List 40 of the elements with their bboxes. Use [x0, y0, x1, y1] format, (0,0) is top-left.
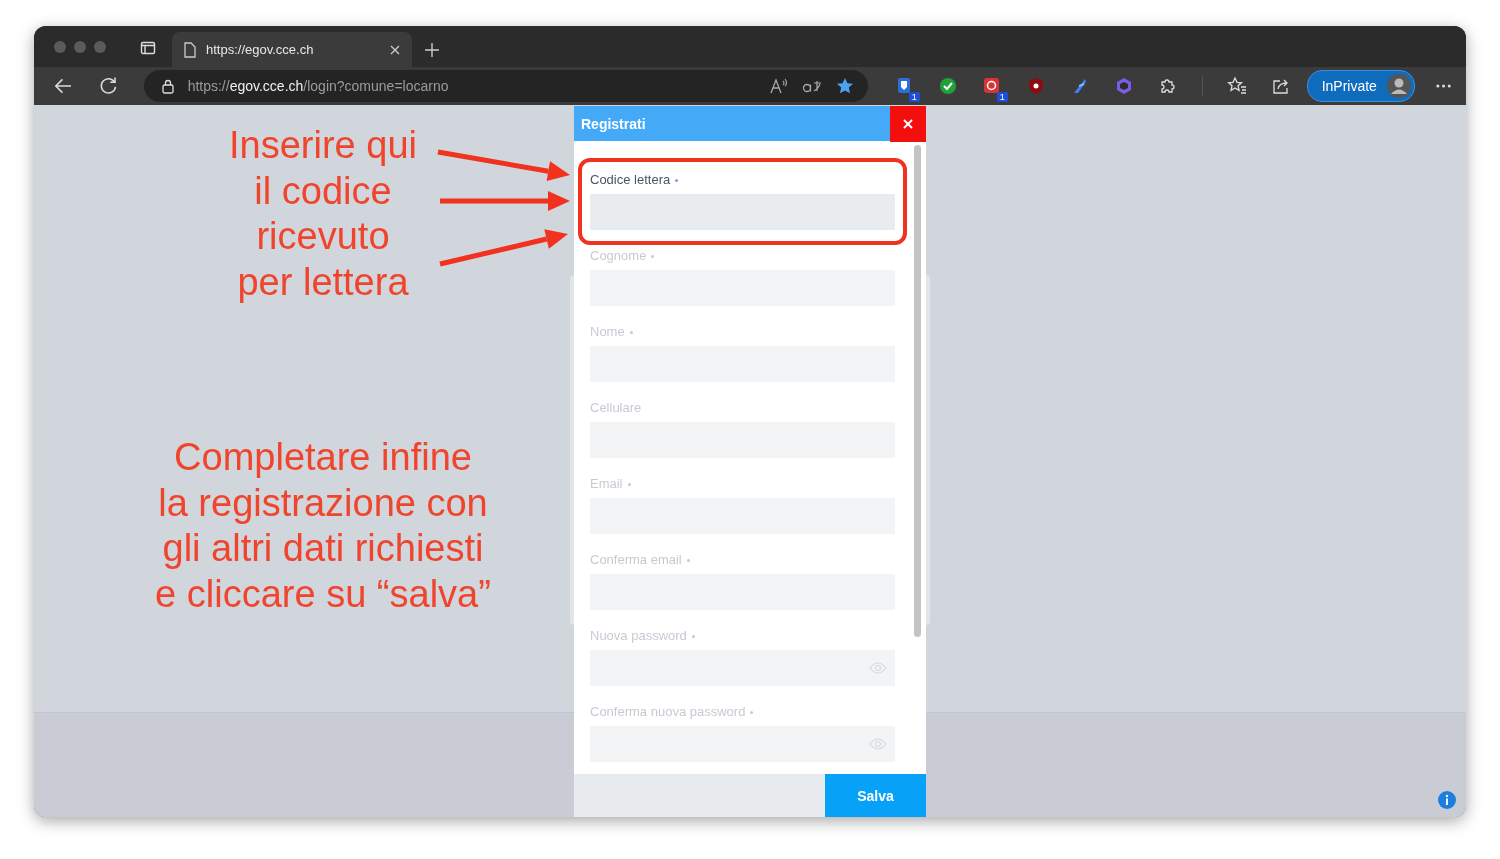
address-bar[interactable]: https://egov.cce.ch/login?comune=locarno — [143, 70, 868, 102]
extension-badge: 1 — [996, 92, 1008, 102]
extension-icon[interactable] — [937, 76, 958, 96]
page-icon — [184, 41, 196, 58]
field-label: Codice lettera — [590, 172, 895, 188]
close-icon — [903, 118, 913, 129]
avatar-icon — [1386, 74, 1411, 98]
inprivate-button[interactable]: InPrivate — [1306, 70, 1415, 102]
close-button[interactable] — [890, 105, 926, 142]
field-label: Email — [590, 476, 895, 492]
input-field[interactable] — [590, 726, 895, 762]
favorites-icon[interactable] — [1226, 76, 1247, 96]
annotation-text: Completare infine la registrazione con gli altri dati richiesti e cliccare su “salva” — [154, 435, 492, 617]
field-label: Nuova password — [590, 628, 895, 644]
window-control[interactable] — [74, 41, 86, 53]
lock-icon — [161, 78, 174, 94]
window-control[interactable] — [94, 41, 106, 53]
read-aloud-icon[interactable] — [769, 78, 788, 94]
annotation-text: Inserire qui il codice ricevuto per lettera — [228, 123, 418, 305]
field-label: Cognome — [590, 248, 895, 264]
input-field[interactable] — [590, 650, 895, 686]
close-icon[interactable] — [390, 44, 400, 55]
favorite-star-icon[interactable] — [835, 77, 854, 95]
field-label: Nome — [590, 324, 895, 340]
new-tab-icon[interactable] — [424, 42, 440, 58]
translate-icon[interactable] — [801, 78, 822, 94]
extension-badge: 1 — [908, 92, 920, 102]
browser-tab[interactable]: https://egov.cce.ch — [172, 32, 412, 67]
field-label: Cellulare — [590, 400, 643, 416]
field-label: Conferma email — [590, 552, 895, 568]
tab-actions-icon[interactable] — [140, 40, 156, 56]
extension-icon[interactable] — [981, 76, 1002, 96]
more-icon[interactable] — [1434, 83, 1452, 89]
window-control[interactable] — [54, 41, 66, 53]
info-icon[interactable] — [1438, 791, 1456, 809]
url-text: https://egov.cce.ch/login?comune=locarno — [187, 78, 450, 94]
dialog-title: Registrati — [580, 115, 647, 132]
scrollbar[interactable] — [914, 145, 921, 637]
tab-title: https://egov.cce.ch — [206, 42, 315, 57]
field-label: Conferma nuova password — [590, 704, 895, 720]
